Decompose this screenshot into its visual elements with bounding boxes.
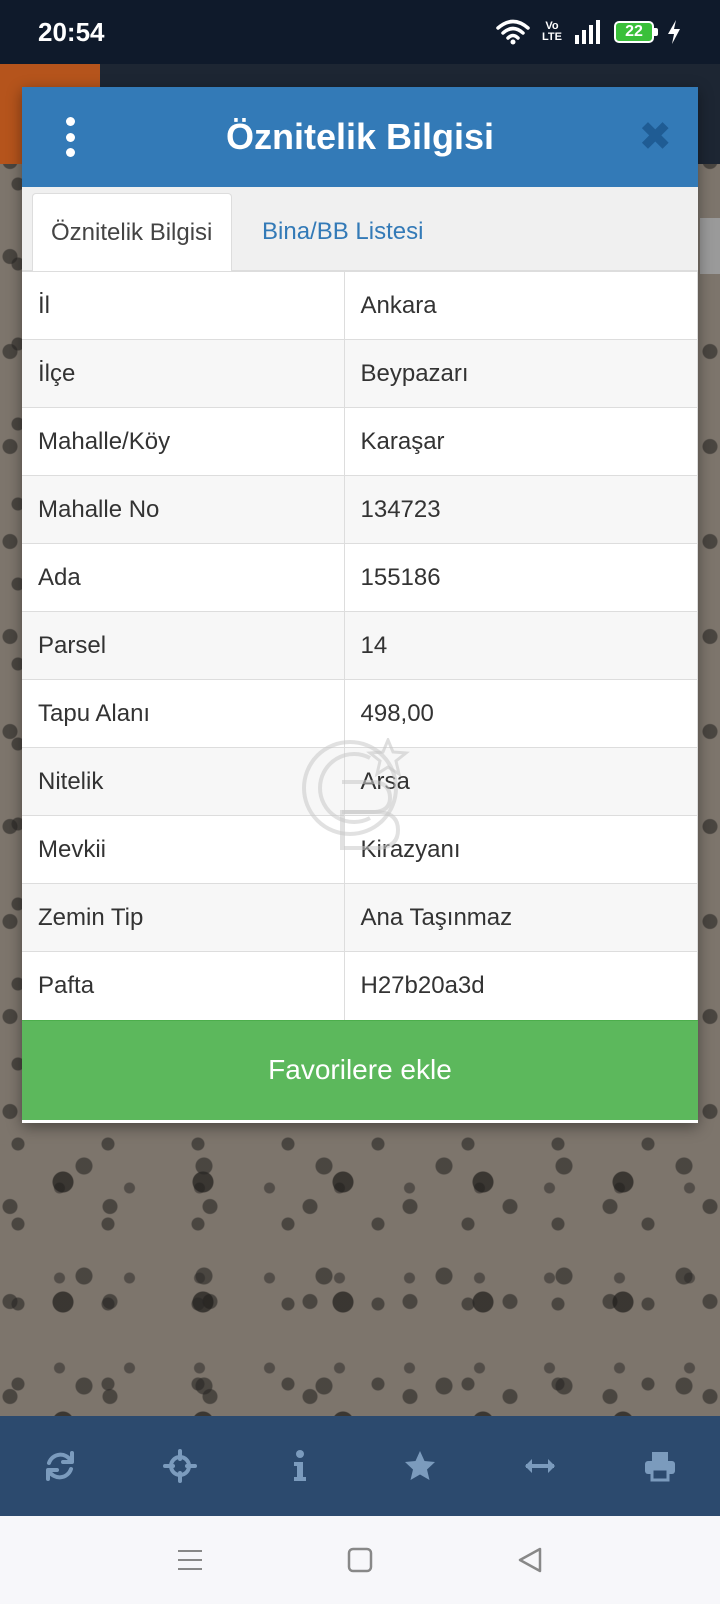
- attribute-value: 155186: [344, 543, 698, 612]
- back-nav-icon[interactable]: [510, 1540, 550, 1580]
- wifi-icon: [496, 19, 530, 45]
- star-icon[interactable]: [390, 1436, 450, 1496]
- charging-icon: [668, 20, 680, 44]
- attribute-key: Mevkii: [22, 815, 345, 884]
- tab-attribute-info[interactable]: Öznitelik Bilgisi: [32, 193, 232, 271]
- attribute-value: Karaşar: [344, 407, 698, 476]
- print-icon[interactable]: [630, 1436, 690, 1496]
- attribute-value: Kirazyanı: [344, 815, 698, 884]
- status-icons: Vo LTE 22: [496, 19, 682, 45]
- home-nav-icon[interactable]: [340, 1540, 380, 1580]
- status-bar: 20:54 Vo LTE 22: [0, 0, 720, 64]
- bottom-toolbar: [0, 1416, 720, 1516]
- map-scroll-handle: [700, 218, 720, 274]
- system-nav-bar: [0, 1516, 720, 1604]
- attribute-key: İl: [22, 271, 345, 340]
- attribute-value: 134723: [344, 475, 698, 544]
- attribute-key: İlçe: [22, 339, 345, 408]
- refresh-icon[interactable]: [30, 1436, 90, 1496]
- measure-icon[interactable]: [510, 1436, 570, 1496]
- tab-bar: Öznitelik Bilgisi Bina/BB Listesi: [22, 187, 698, 271]
- attribute-value: 14: [344, 611, 698, 680]
- signal-icon: [575, 20, 600, 44]
- dialog-header: Öznitelik Bilgisi ✖: [22, 87, 698, 187]
- tab-building-list[interactable]: Bina/BB Listesi: [244, 193, 441, 271]
- locate-icon[interactable]: [150, 1436, 210, 1496]
- attribute-value: Ana Taşınmaz: [344, 883, 698, 952]
- table-row: Mahalle No 134723: [22, 475, 698, 544]
- more-options-icon[interactable]: [60, 117, 80, 157]
- dialog-title: Öznitelik Bilgisi: [225, 116, 495, 157]
- attribute-key: Ada: [22, 543, 345, 612]
- attribute-value: H27b20a3d: [344, 951, 698, 1020]
- attribute-table: İl Ankara İlçe Beypazarı Mahalle/Köy Karaşar M…: [22, 271, 698, 1020]
- attribute-dialog: Öznitelik Bilgisi ✖ Öznitelik Bilgisi Bi…: [22, 87, 698, 1123]
- table-row: Parsel 14: [22, 611, 698, 680]
- table-row: Zemin Tip Ana Taşınmaz: [22, 883, 698, 952]
- attribute-key: Mahalle/Köy: [22, 407, 345, 476]
- add-to-favorites-button[interactable]: Favorilere ekle: [22, 1019, 698, 1120]
- attribute-value: Arsa: [344, 747, 698, 816]
- table-row: Ada 155186: [22, 543, 698, 612]
- table-row: Tapu Alanı 498,00: [22, 679, 698, 748]
- table-row: Mahalle/Köy Karaşar: [22, 407, 698, 476]
- table-row: Pafta H27b20a3d: [22, 951, 698, 1020]
- status-time: 20:54: [38, 16, 105, 47]
- attribute-key: Tapu Alanı: [22, 679, 345, 748]
- table-row: Mevkii Kirazyanı: [22, 815, 698, 884]
- table-row: İl Ankara: [22, 271, 698, 340]
- attribute-key: Zemin Tip: [22, 883, 345, 952]
- attribute-value: 498,00: [344, 679, 698, 748]
- battery-icon: 22: [614, 21, 658, 43]
- attribute-key: Mahalle No: [22, 475, 345, 544]
- table-row: İlçe Beypazarı: [22, 339, 698, 408]
- volte-icon: Vo LTE: [542, 20, 562, 43]
- close-icon[interactable]: ✖: [638, 117, 672, 157]
- table-row: Nitelik Arsa: [22, 747, 698, 816]
- menu-nav-icon[interactable]: [170, 1540, 210, 1580]
- attribute-key: Nitelik: [22, 747, 345, 816]
- attribute-key: Pafta: [22, 951, 345, 1020]
- attribute-value: Ankara: [344, 271, 698, 340]
- attribute-value: Beypazarı: [344, 339, 698, 408]
- attribute-key: Parsel: [22, 611, 345, 680]
- info-icon[interactable]: [270, 1436, 330, 1496]
